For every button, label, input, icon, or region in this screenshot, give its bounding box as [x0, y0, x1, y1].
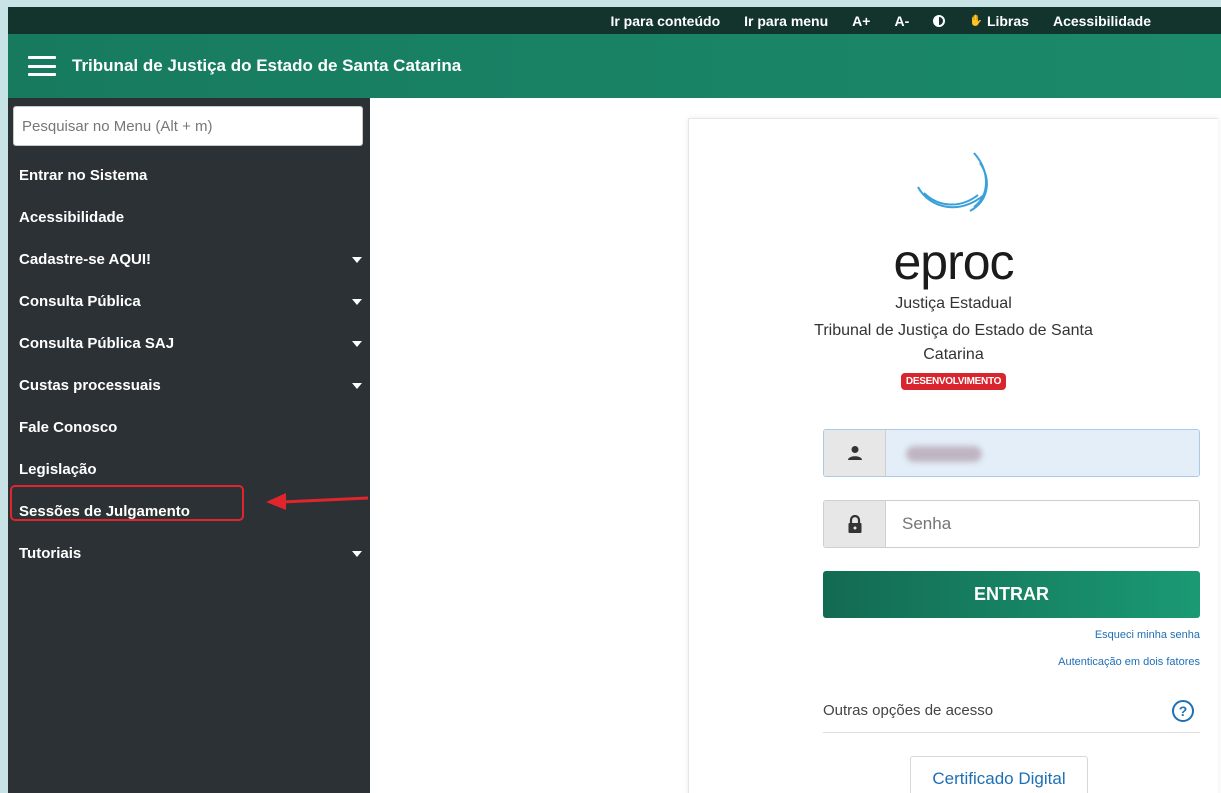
- password-input[interactable]: [886, 501, 1199, 547]
- sidebar-item-cadastre-se[interactable]: Cadastre-se AQUI!: [8, 238, 370, 280]
- caret-down-icon: [352, 551, 362, 557]
- contrast-icon[interactable]: [933, 14, 946, 27]
- sidebar-item-consulta-publica[interactable]: Consulta Pública: [8, 280, 370, 322]
- sidebar-item-label: Legislação: [19, 460, 97, 478]
- sidebar-item-custas-processuais[interactable]: Custas processuais: [8, 364, 370, 406]
- sidebar-item-legislacao[interactable]: Legislação: [8, 448, 370, 490]
- sidebar-item-label: Entrar no Sistema: [19, 166, 148, 184]
- sidebar-item-label: Acessibilidade: [19, 208, 125, 226]
- tribunal-label: Tribunal de Justiça do Estado de Santa C…: [814, 322, 1093, 363]
- sidebar-item-consulta-publica-saj[interactable]: Consulta Pública SAJ: [8, 322, 370, 364]
- sidebar-item-entrar-no-sistema[interactable]: Entrar no Sistema: [8, 154, 370, 196]
- sidebar-item-label: Fale Conosco: [19, 418, 118, 436]
- eproc-logo-icon: [916, 152, 988, 212]
- sidebar-item-label: Consulta Pública SAJ: [19, 334, 175, 352]
- highlight-annotation-box: [10, 485, 244, 521]
- hand-icon: ✋: [969, 15, 983, 27]
- accessibility-link[interactable]: Acessibilidade: [1053, 13, 1151, 29]
- decrease-font-button[interactable]: A-: [894, 13, 909, 29]
- logo-text: eproc: [893, 234, 1014, 290]
- username-field: [823, 429, 1200, 477]
- red-arrow-annotation-icon: [266, 493, 369, 510]
- increase-font-button[interactable]: A+: [852, 13, 870, 29]
- caret-down-icon: [352, 383, 362, 389]
- sidebar-item-acessibilidade[interactable]: Acessibilidade: [8, 196, 370, 238]
- redacted-username: [906, 446, 982, 462]
- environment-badge: DESENVOLVIMENTO: [900, 373, 1007, 390]
- accessibility-bar: Ir para conteúdo Ir para menu A+ A- ✋ Li…: [8, 7, 1221, 34]
- sidebar-item-label: Cadastre-se AQUI!: [19, 250, 151, 268]
- user-icon: [824, 430, 886, 476]
- logo-area: eproc Justiça Estadual Tribunal de Justi…: [689, 147, 1218, 390]
- app-header: Tribunal de Justiça do Estado de Santa C…: [8, 34, 1221, 98]
- other-options-row: Outras opções de acesso ?: [823, 689, 1200, 733]
- two-factor-link[interactable]: Autenticação em dois fatores: [1058, 656, 1200, 668]
- login-card: eproc Justiça Estadual Tribunal de Justi…: [688, 118, 1218, 793]
- skip-to-menu-link[interactable]: Ir para menu: [744, 13, 828, 29]
- forgot-password-link[interactable]: Esqueci minha senha: [1095, 629, 1200, 641]
- other-options-label: Outras opções de acesso: [823, 702, 994, 719]
- caret-down-icon: [352, 341, 362, 347]
- lock-icon: [824, 501, 886, 547]
- sidebar: Entrar no Sistema Acessibilidade Cadastr…: [8, 98, 370, 793]
- sidebar-item-tutoriais[interactable]: Tutoriais: [8, 532, 370, 574]
- libras-label: Libras: [986, 12, 1029, 29]
- password-field: [823, 500, 1200, 548]
- skip-to-content-link[interactable]: Ir para conteúdo: [610, 13, 720, 29]
- app-frame: Ir para conteúdo Ir para menu A+ A- ✋ Li…: [8, 7, 1221, 793]
- libras-link[interactable]: ✋ Libras: [969, 13, 1029, 29]
- digital-certificate-button[interactable]: Certificado Digital: [910, 756, 1088, 793]
- sidebar-item-label: Consulta Pública: [19, 292, 141, 310]
- hamburger-menu-icon[interactable]: [28, 56, 56, 76]
- page-title: Tribunal de Justiça do Estado de Santa C…: [72, 56, 462, 75]
- sidebar-item-label: Tutoriais: [19, 544, 82, 562]
- menu-search-input[interactable]: [13, 106, 363, 146]
- caret-down-icon: [352, 299, 362, 305]
- justica-label: Justiça Estadual: [895, 295, 1012, 312]
- sidebar-item-fale-conosco[interactable]: Fale Conosco: [8, 406, 370, 448]
- login-button[interactable]: ENTRAR: [823, 571, 1200, 618]
- main-content: eproc Justiça Estadual Tribunal de Justi…: [370, 98, 1221, 793]
- caret-down-icon: [352, 257, 362, 263]
- help-icon[interactable]: ?: [1172, 699, 1194, 722]
- sidebar-item-label: Custas processuais: [19, 376, 161, 394]
